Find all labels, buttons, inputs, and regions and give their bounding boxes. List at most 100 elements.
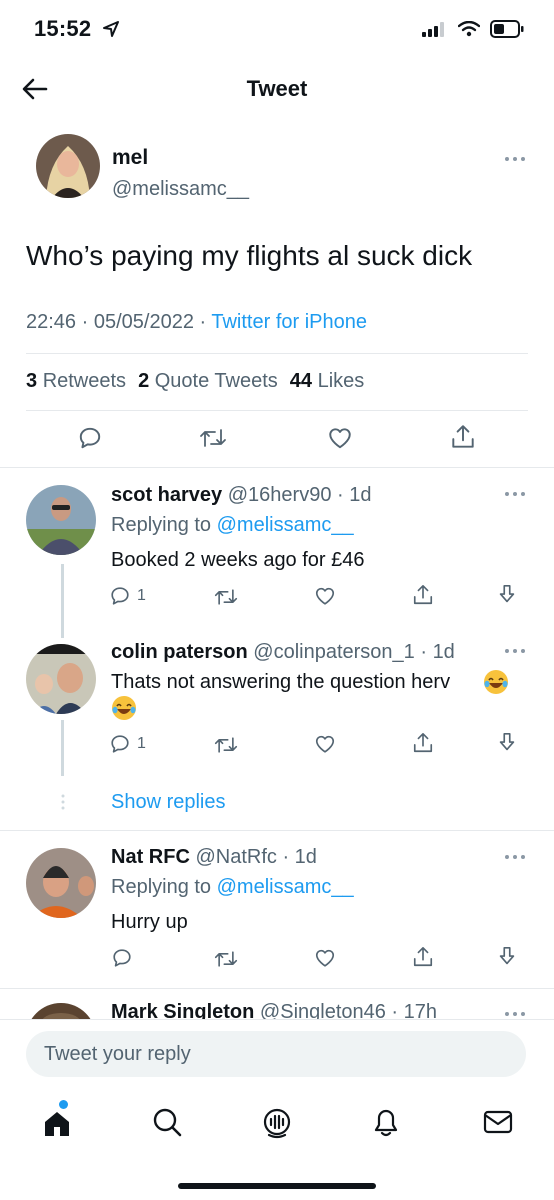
thread-continuation-icon [60, 794, 66, 810]
like-button[interactable] [313, 947, 337, 969]
reply-header: Mark Singleton @Singleton46 · 17h [111, 1001, 437, 1019]
like-button[interactable] [313, 733, 337, 755]
avatar[interactable] [26, 848, 96, 918]
divider [0, 1019, 554, 1020]
comment-icon [111, 947, 133, 969]
reply-author-handle[interactable]: @Singleton46 [260, 1001, 386, 1019]
home-indicator[interactable] [178, 1183, 376, 1189]
like-button[interactable] [313, 585, 337, 607]
show-replies-link[interactable]: Show replies [111, 791, 226, 814]
retweet-button[interactable] [199, 425, 227, 451]
reply-button[interactable]: 1 [109, 733, 146, 755]
home-icon [40, 1106, 74, 1140]
spaces-icon [260, 1105, 294, 1139]
more-options-button[interactable] [502, 489, 528, 499]
signal-icon [422, 21, 448, 37]
tab-messages[interactable] [482, 1107, 514, 1137]
share-icon [412, 731, 434, 755]
reply-author-handle[interactable]: @16herv90 [228, 484, 332, 506]
heart-icon [326, 425, 354, 451]
author-handle[interactable]: @melissamc__ [112, 178, 249, 201]
comment-icon [109, 733, 131, 755]
reply-author-handle[interactable]: @colinpaterson_1 [253, 641, 415, 663]
download-icon [496, 945, 518, 969]
divider [26, 353, 528, 354]
reply-author-handle[interactable]: @NatRfc [195, 846, 276, 868]
tweet-stats: 3 Retweets 2 Quote Tweets 44 Likes [26, 370, 364, 393]
download-icon [496, 583, 518, 607]
reply-age: 1d [294, 846, 317, 868]
share-button[interactable] [412, 583, 434, 607]
more-options-button[interactable] [502, 852, 528, 862]
retweet-button[interactable] [214, 734, 238, 756]
download-button[interactable] [496, 583, 518, 607]
wifi-icon [458, 21, 480, 37]
share-icon [412, 945, 434, 969]
divider [0, 988, 554, 989]
reply-age: 1d [349, 484, 372, 506]
reply-header: colin paterson @colinpaterson_1 · 1d [111, 641, 455, 663]
comment-icon [109, 585, 131, 607]
download-icon [496, 731, 518, 755]
avatar[interactable] [36, 134, 100, 198]
tweet-source-link[interactable]: Twitter for iPhone [211, 311, 367, 333]
divider [0, 467, 554, 468]
comment-icon [77, 425, 103, 451]
reply-input-placeholder: Tweet your reply [44, 1043, 191, 1065]
reply-author-name[interactable]: Nat RFC [111, 846, 190, 868]
more-dots-icon [502, 852, 528, 862]
replying-to: Replying to @melissamc__ [111, 876, 354, 898]
page-title: Tweet [246, 76, 308, 101]
search-icon [151, 1106, 183, 1138]
tab-spaces[interactable] [260, 1105, 294, 1139]
more-options-button[interactable] [502, 154, 528, 164]
reply-button[interactable]: 1 [109, 585, 146, 607]
more-dots-icon [502, 646, 528, 656]
reply-author-name[interactable]: scot harvey [111, 484, 222, 506]
replying-to-link[interactable]: @melissamc__ [217, 514, 354, 536]
author-name[interactable]: mel [112, 146, 148, 170]
tweet-time: 22:46 [26, 311, 77, 333]
replying-to: Replying to @melissamc__ [111, 514, 354, 536]
avatar[interactable] [26, 485, 96, 555]
like-button[interactable] [326, 425, 354, 451]
tab-notifications[interactable] [370, 1105, 402, 1139]
heart-icon [313, 585, 337, 607]
avatar[interactable] [26, 644, 96, 714]
reply-author-name[interactable]: colin paterson [111, 641, 248, 663]
share-button[interactable] [412, 731, 434, 755]
retweets-stat[interactable]: 3 Retweets [26, 370, 126, 393]
reply-age: 1d [432, 641, 455, 663]
tweet-text: Who’s paying my flights al suck dick [26, 240, 473, 271]
reply-button[interactable] [77, 425, 103, 451]
reply-author-name[interactable]: Mark Singleton [111, 1001, 254, 1019]
notification-dot [59, 1100, 68, 1109]
quote-tweets-stat[interactable]: 2 Quote Tweets [138, 370, 278, 393]
divider [26, 410, 528, 411]
likes-stat[interactable]: 44 Likes [290, 370, 365, 393]
more-options-button[interactable] [502, 1009, 528, 1019]
reply-text: Hurry up [111, 911, 188, 933]
more-options-button[interactable] [502, 646, 528, 656]
download-button[interactable] [496, 731, 518, 755]
reply-count: 1 [137, 735, 146, 752]
divider [0, 830, 554, 831]
tab-search[interactable] [151, 1106, 183, 1138]
retweet-button[interactable] [214, 948, 238, 970]
share-button[interactable] [412, 945, 434, 969]
partial-reply: Mark Singleton @Singleton46 · 17h [0, 995, 554, 1019]
replying-to-link[interactable]: @melissamc__ [217, 876, 354, 898]
share-icon [450, 423, 476, 451]
share-button[interactable] [450, 423, 476, 451]
reply-button[interactable] [111, 947, 133, 969]
tab-home[interactable] [40, 1106, 74, 1140]
thread-line [61, 720, 64, 776]
reply-text: Booked 2 weeks ago for £46 [111, 549, 365, 571]
more-dots-icon [502, 1009, 528, 1019]
retweet-button[interactable] [214, 586, 238, 608]
download-button[interactable] [496, 945, 518, 969]
avatar[interactable] [26, 1003, 96, 1019]
tweet-meta: 22:46 · 05/05/2022 · Twitter for iPhone [26, 311, 367, 333]
reply-header: scot harvey @16herv90 · 1d [111, 484, 372, 506]
more-dots-icon [502, 489, 528, 499]
